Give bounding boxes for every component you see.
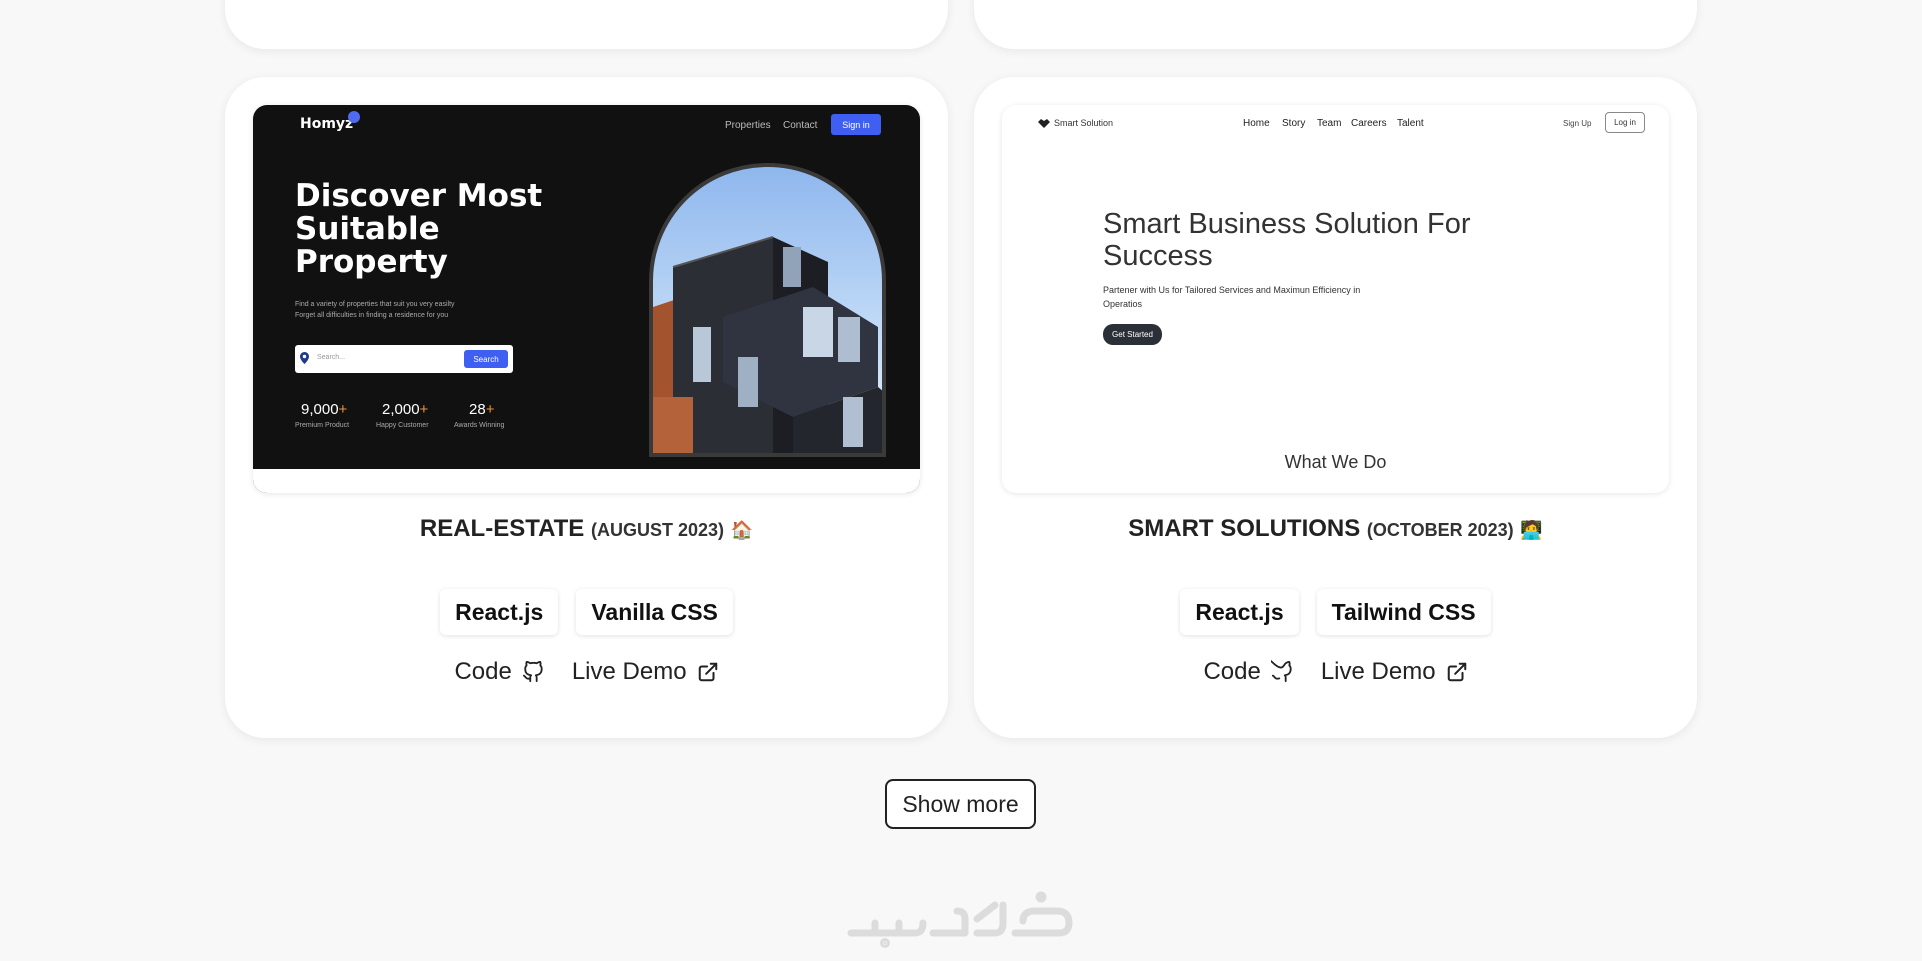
project-card-smart-solutions: Smart Solution Home Story Team Careers T… (974, 77, 1697, 738)
house-icon: 🏠 (730, 520, 754, 540)
tag-tailwind-css: Tailwind CSS (1316, 589, 1491, 635)
live-demo-link[interactable]: Live Demo (1321, 658, 1468, 686)
project-links: Code Live Demo (225, 658, 948, 686)
project-title-smart-solutions: SMART SOLUTIONS (OCTOBER 2023) 🧑‍💻 (1128, 515, 1543, 542)
project-card-real-estate: Homyz Properties Contact Sign in Discove… (225, 77, 948, 738)
building-photo (649, 163, 886, 457)
handshake-icon (1038, 118, 1050, 128)
project-links: Code Live Demo (974, 658, 1697, 686)
github-icon (1270, 660, 1292, 683)
show-more-button[interactable]: Show more (885, 779, 1036, 829)
code-link[interactable]: Code (1203, 658, 1292, 686)
location-pin-icon (300, 352, 309, 364)
preview-smart-subtext: Partener with Us for Tailored Services a… (1103, 285, 1361, 309)
preview-smart-logo: Smart Solution (1038, 118, 1113, 128)
preview-nav-talent: Talent (1397, 118, 1424, 129)
smart-solutions-preview-image[interactable]: Smart Solution Home Story Team Careers T… (1002, 105, 1669, 493)
project-card-previous-right (974, 0, 1697, 49)
preview-smart-headline: Smart Business Solution For Success (1103, 208, 1471, 272)
preview-stat-customers: 2,000+ Happy Customer (376, 401, 429, 429)
preview-login-button: Log in (1605, 112, 1645, 133)
preview-search-bar: Search... Search (295, 345, 513, 373)
preview-nav-careers: Careers (1351, 118, 1387, 129)
preview-stat-awards: 28+ Awards Winning (454, 401, 505, 429)
project-title-real-estate: REAL-ESTATE (AUGUST 2023) 🏠 (419, 515, 754, 542)
preview-nav-team: Team (1317, 118, 1342, 129)
preview-get-started-button: Get Started (1103, 324, 1162, 345)
external-link-icon (698, 662, 717, 682)
preview-stat-products: 9,000+ Premium Product (295, 401, 350, 429)
preview-headline: Discover Most Suitable Property (295, 178, 543, 280)
preview-nav-story: Story (1282, 118, 1306, 129)
preview-nav-home: Home (1243, 118, 1270, 129)
preview-nav-contact: Contact (783, 120, 818, 131)
tech-tags: React.js Vanilla CSS (225, 589, 948, 635)
preview-search-placeholder: Search... (317, 354, 346, 361)
tag-react: React.js (440, 589, 559, 635)
preview-signin-button: Sign in (831, 114, 881, 135)
tag-react: React.js (1180, 589, 1299, 635)
technologist-icon: 🧑‍💻 (1520, 520, 1543, 540)
preview-nav-properties: Properties (725, 120, 771, 131)
tech-tags: React.js Tailwind CSS (974, 589, 1697, 635)
github-icon (522, 660, 543, 683)
watermark-logo (847, 891, 1073, 948)
preview-what-we-do: What We Do (1284, 452, 1387, 472)
preview-search-button: Search (464, 350, 508, 368)
live-demo-link[interactable]: Live Demo (572, 658, 719, 686)
external-link-icon (1447, 662, 1466, 682)
preview-subtext-1: Find a variety of properties that suit y… (295, 301, 455, 308)
real-estate-preview-image[interactable]: Homyz Properties Contact Sign in Discove… (253, 105, 920, 493)
code-link[interactable]: Code (454, 658, 543, 686)
logo-dot-icon (348, 111, 360, 123)
homyz-logo: Homyz (300, 116, 354, 132)
tag-vanilla-css: Vanilla CSS (576, 589, 733, 635)
preview-subtext-2: Forget all difficulties in finding a res… (295, 312, 449, 319)
project-card-previous-left (225, 0, 948, 49)
preview-signup: Sign Up (1563, 119, 1592, 128)
